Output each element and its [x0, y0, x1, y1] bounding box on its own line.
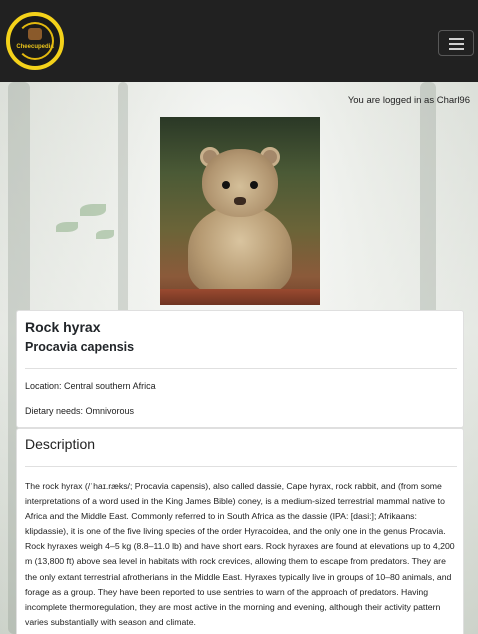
animal-info-card: Rock hyrax Procavia capensis Location: C… — [16, 310, 464, 428]
animal-name: Rock hyrax — [25, 319, 101, 335]
hamburger-menu-button[interactable] — [438, 30, 474, 56]
logo-emblem-icon — [28, 28, 42, 40]
site-logo[interactable]: Cheecupedia — [6, 12, 64, 70]
hamburger-menu-icon — [449, 38, 464, 40]
location-text: Location: Central southern Africa — [25, 381, 156, 391]
diet-text: Dietary needs: Omnivorous — [25, 406, 135, 416]
logo-text: Cheecupedia — [16, 44, 54, 50]
description-text: The rock hyrax (/ˈhaɪ.ræks/; Procavia ca… — [25, 481, 455, 627]
divider — [25, 368, 457, 369]
divider — [25, 466, 457, 467]
animal-photo — [160, 117, 320, 305]
description-title: Description — [25, 436, 96, 452]
scientific-name: Procavia capensis — [25, 340, 135, 354]
navbar: Cheecupedia — [0, 0, 478, 82]
login-status: You are logged in as Charl96 — [347, 95, 470, 106]
description-card: Description The rock hyrax (/ˈhaɪ.ræks/;… — [16, 428, 464, 634]
